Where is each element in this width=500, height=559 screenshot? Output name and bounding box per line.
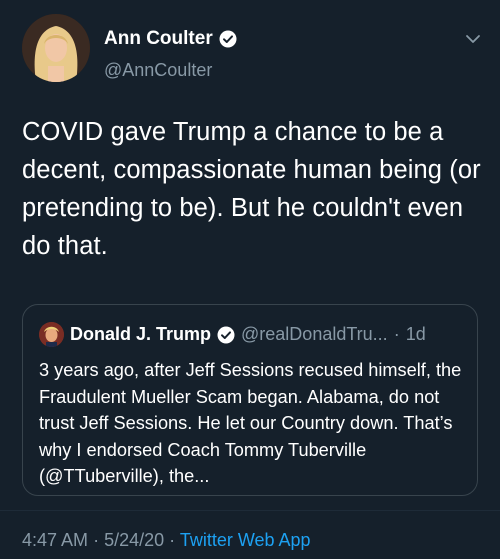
- author-avatar[interactable]: [22, 14, 90, 82]
- divider: [0, 510, 500, 511]
- chevron-down-icon[interactable]: [464, 30, 482, 48]
- verified-badge-icon: [217, 326, 235, 344]
- quoted-author-handle: @realDonaldTru...: [241, 324, 388, 344]
- tweet-date[interactable]: 5/24/20: [104, 530, 164, 550]
- footer-separator: ·: [93, 530, 100, 550]
- quoted-tweet[interactable]: Donald J. Trump @realDonaldTru... · 1d 3…: [22, 304, 478, 496]
- quoted-author-name: Donald J. Trump: [70, 324, 212, 344]
- author-name-row: Ann Coulter: [104, 28, 237, 50]
- tweet-text: COVID gave Trump a chance to be a decent…: [22, 118, 481, 260]
- tweet-time[interactable]: 4:47 AM: [22, 530, 88, 550]
- quoted-tweet-header: Donald J. Trump @realDonaldTru... · 1d: [39, 322, 426, 347]
- quoted-separator: ·: [393, 324, 400, 344]
- author-handle[interactable]: @AnnCoulter: [104, 60, 212, 81]
- verified-badge-icon: [219, 30, 237, 48]
- tweet-source-link[interactable]: Twitter Web App: [180, 530, 311, 550]
- quoted-author-avatar: [39, 322, 64, 347]
- tweet-footer: 4:47 AM · 5/24/20 · Twitter Web App: [22, 530, 311, 551]
- tweet-header: Ann Coulter @AnnCoulter: [22, 14, 482, 84]
- quoted-tweet-text: 3 years ago, after Jeff Sessions recused…: [39, 360, 462, 486]
- author-name[interactable]: Ann Coulter: [104, 28, 213, 50]
- footer-separator: ·: [169, 530, 176, 550]
- quoted-time: 1d: [405, 324, 426, 344]
